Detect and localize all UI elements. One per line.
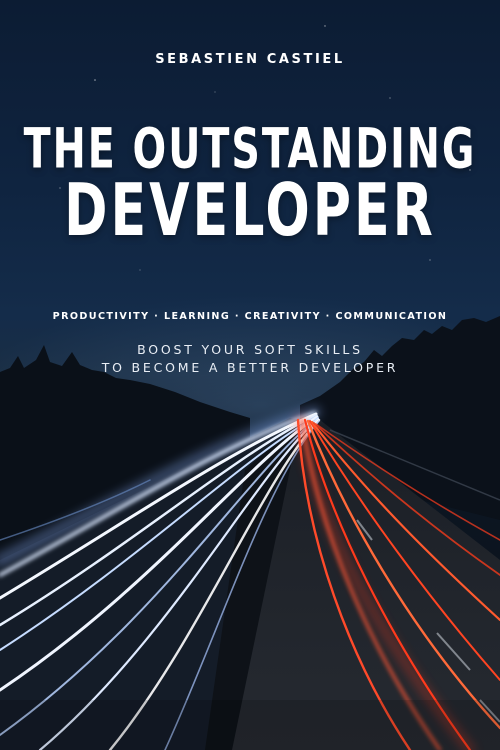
subtitle-line-1: BOOST YOUR SOFT SKILLS [137, 342, 363, 357]
subtitle-line-2: TO BECOME A BETTER DEVELOPER [101, 360, 399, 375]
title-line-2: DEVELOPER [64, 167, 436, 253]
author-name: SEBASTIEN CASTIEL [155, 52, 345, 67]
topics-line: PRODUCTIVITY · LEARNING · CREATIVITY · C… [52, 311, 448, 322]
night-highway-photo [0, 25, 500, 750]
book-cover: SEBASTIEN CASTIEL THE OUTSTANDING DEVELO… [0, 0, 500, 750]
